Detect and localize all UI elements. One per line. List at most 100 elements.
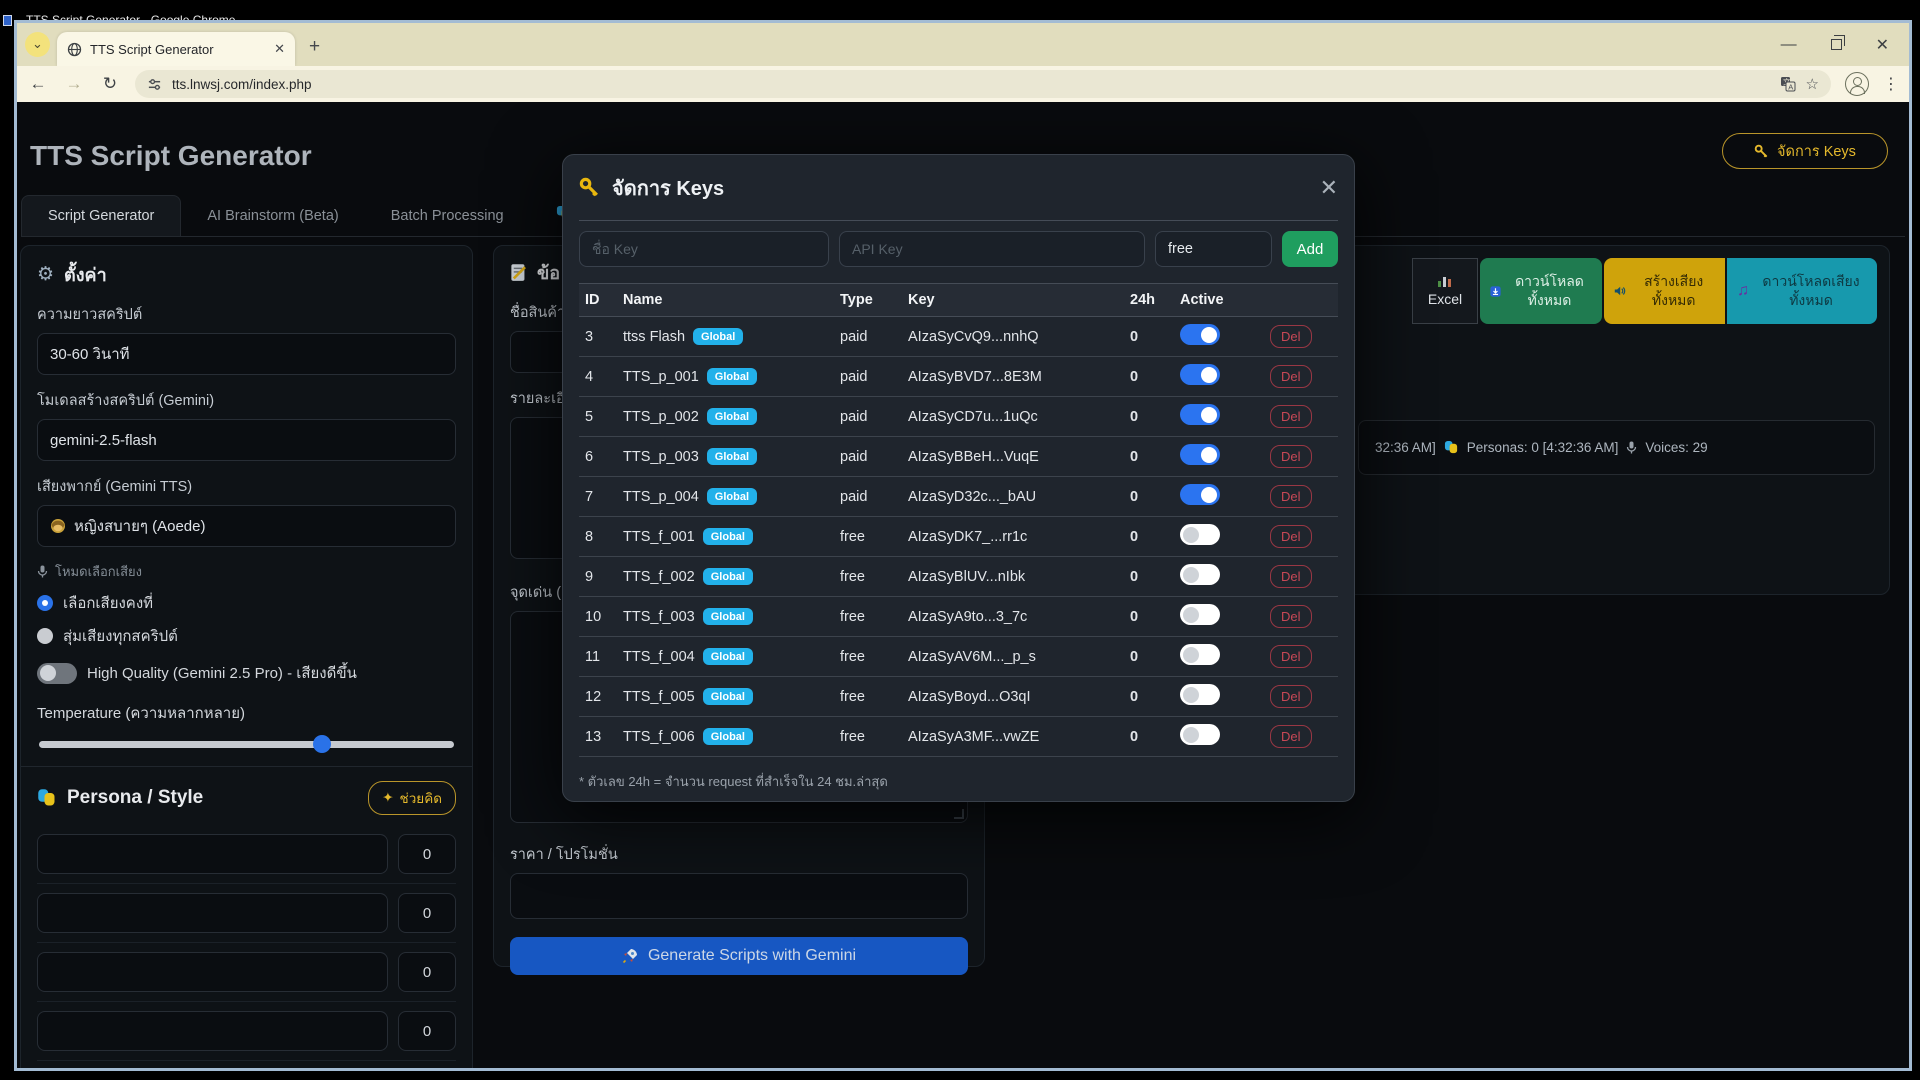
key-id: 10 (585, 609, 623, 625)
tab-close-icon[interactable]: ✕ (274, 41, 285, 57)
modal-close-icon[interactable]: ✕ (1320, 175, 1338, 201)
tab-search-button[interactable]: ⌄ (25, 32, 50, 57)
radio-random-voice[interactable]: สุ่มเสียงทุกสคริปต์ (37, 624, 456, 648)
microphone-icon (1626, 441, 1637, 454)
browser-tab[interactable]: TTS Script Generator ✕ (57, 32, 295, 66)
persona-weight-input[interactable]: 0 (398, 1011, 456, 1051)
active-toggle[interactable] (1180, 724, 1220, 745)
delete-key-button[interactable]: Del (1270, 405, 1312, 428)
add-key-button[interactable]: Add (1282, 231, 1338, 267)
add-key-form: free Add (579, 231, 1338, 267)
key-value: AIzaSyCD7u...1uQc (908, 409, 1130, 425)
delete-key-button[interactable]: Del (1270, 605, 1312, 628)
global-badge: Global (703, 568, 753, 585)
model-select[interactable]: gemini-2.5-flash (37, 419, 456, 461)
keys-table-header: ID Name Type Key 24h Active (579, 283, 1338, 317)
key-value: AIzaSyBVD7...8E3M (908, 369, 1130, 385)
active-toggle[interactable] (1180, 564, 1220, 585)
persona-input[interactable] (37, 893, 388, 933)
browser-menu-icon[interactable]: ⋮ (1883, 74, 1899, 94)
delete-key-button[interactable]: Del (1270, 565, 1312, 588)
key-name-input[interactable] (579, 231, 829, 267)
delete-key-button[interactable]: Del (1270, 725, 1312, 748)
active-toggle[interactable] (1180, 364, 1220, 385)
translate-icon[interactable]: 文A (1780, 76, 1796, 92)
active-toggle[interactable] (1180, 324, 1220, 345)
active-toggle[interactable] (1180, 404, 1220, 425)
manage-keys-modal: จัดการ Keys ✕ free Add ID Name Type Key (562, 154, 1355, 802)
key-value: AIzaSyA3MF...vwZE (908, 729, 1130, 745)
length-select[interactable]: 30-60 วินาที (37, 333, 456, 375)
new-tab-button[interactable]: + (309, 36, 320, 58)
bookmark-star-icon[interactable]: ☆ (1806, 75, 1819, 93)
hq-toggle[interactable] (37, 663, 77, 684)
key-name: ttss FlashGlobal (623, 328, 840, 345)
persona-help-button[interactable]: ✦ ช่วยคิด (368, 781, 456, 815)
key-type: free (840, 689, 908, 705)
radio-unselected-icon (37, 628, 53, 644)
tab-script-generator[interactable]: Script Generator (21, 195, 181, 236)
delete-key-button[interactable]: Del (1270, 685, 1312, 708)
delete-key-button[interactable]: Del (1270, 485, 1312, 508)
key-type-select[interactable]: free (1155, 231, 1272, 267)
delete-key-button[interactable]: Del (1270, 445, 1312, 468)
voice-mode-label: โหมดเลือกเสียง (37, 561, 456, 582)
delete-key-button[interactable]: Del (1270, 325, 1312, 348)
key-24h-count: 0 (1130, 409, 1180, 425)
profile-avatar-icon[interactable] (1845, 72, 1869, 96)
persona-weight-input[interactable]: 0 (398, 893, 456, 933)
key-row: 7TTS_p_004GlobalpaidAIzaSyD32c..._bAU0De… (579, 477, 1338, 517)
key-icon (1754, 144, 1769, 159)
persona-input[interactable] (37, 834, 388, 874)
window-close-button[interactable]: ✕ (1876, 35, 1889, 55)
minimize-button[interactable]: — (1781, 36, 1797, 54)
api-key-input[interactable] (839, 231, 1145, 267)
key-row: 4TTS_p_001GlobalpaidAIzaSyBVD7...8E3M0De… (579, 357, 1338, 397)
temperature-slider[interactable] (39, 741, 454, 748)
generate-all-audio-button[interactable]: สร้างเสียง ทั้งหมด (1604, 258, 1725, 324)
persona-row: 0 (37, 1061, 456, 1068)
download-all-button[interactable]: ดาวน์โหลด ทั้งหมด (1480, 258, 1602, 324)
generate-scripts-button[interactable]: Generate Scripts with Gemini (510, 937, 968, 975)
globe-favicon-icon (67, 42, 82, 57)
address-bar[interactable]: tts.lnwsj.com/index.php 文A ☆ (135, 70, 1831, 98)
rocket-icon (622, 948, 638, 964)
persona-weight-input[interactable]: 0 (398, 834, 456, 874)
persona-input[interactable] (37, 952, 388, 992)
url-text[interactable]: tts.lnwsj.com/index.php (172, 77, 1770, 92)
slider-thumb[interactable] (313, 735, 331, 753)
active-toggle[interactable] (1180, 604, 1220, 625)
delete-key-button[interactable]: Del (1270, 525, 1312, 548)
manage-keys-button[interactable]: จัดการ Keys (1722, 133, 1888, 169)
key-value: AIzaSyA9to...3_7c (908, 609, 1130, 625)
persona-weight-input[interactable]: 0 (398, 952, 456, 992)
key-id: 4 (585, 369, 623, 385)
voice-select[interactable]: หญิงสบายๆ (Aoede) (37, 505, 456, 547)
back-button[interactable]: ← (27, 74, 49, 94)
price-input[interactable] (510, 873, 968, 919)
active-toggle[interactable] (1180, 484, 1220, 505)
active-toggle[interactable] (1180, 644, 1220, 665)
download-all-audio-button[interactable]: ♫ ดาวน์โหลดเสียง ทั้งหมด (1727, 258, 1877, 324)
key-type: free (840, 649, 908, 665)
radio-fixed-voice[interactable]: เลือกเสียงคงที่ (37, 591, 456, 615)
active-toggle[interactable] (1180, 684, 1220, 705)
delete-key-button[interactable]: Del (1270, 645, 1312, 668)
resize-handle[interactable] (954, 809, 964, 819)
key-24h-count: 0 (1130, 569, 1180, 585)
restore-button[interactable] (1831, 39, 1842, 50)
global-badge: Global (703, 728, 753, 745)
delete-key-button[interactable]: Del (1270, 365, 1312, 388)
reload-button[interactable]: ↻ (99, 74, 121, 94)
tab-ai-brainstorm[interactable]: AI Brainstorm (Beta) (181, 196, 364, 236)
key-name: TTS_p_004Global (623, 488, 840, 505)
excel-button[interactable]: Excel (1412, 258, 1478, 324)
site-settings-icon[interactable] (147, 77, 162, 92)
persona-input[interactable] (37, 1011, 388, 1051)
tab-batch-processing[interactable]: Batch Processing (365, 196, 530, 236)
key-value: AIzaSyBlUV...nIbk (908, 569, 1130, 585)
active-toggle[interactable] (1180, 444, 1220, 465)
active-toggle[interactable] (1180, 524, 1220, 545)
key-type: paid (840, 409, 908, 425)
key-row: 8TTS_f_001GlobalfreeAIzaSyDK7_...rr1c0De… (579, 517, 1338, 557)
